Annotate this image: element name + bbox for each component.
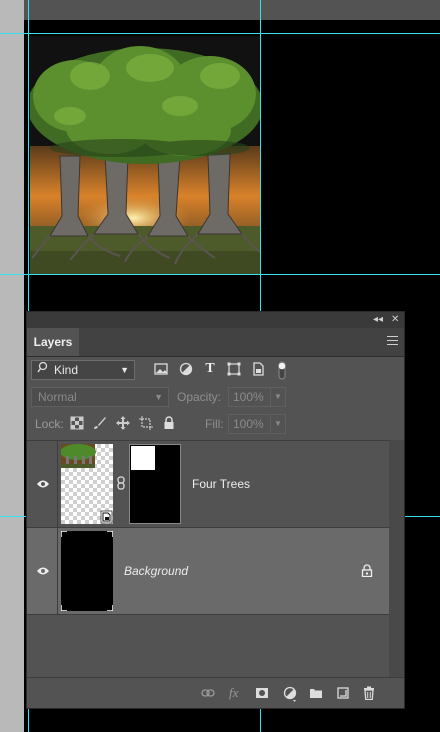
lock-transparency-icon[interactable] (70, 416, 84, 430)
blend-mode-select[interactable]: Normal ▼ (31, 387, 169, 407)
four-trees-image (30, 36, 260, 274)
blend-mode-value: Normal (38, 390, 77, 404)
lock-label: Lock: (35, 417, 64, 431)
chevron-down-icon[interactable]: ▼ (270, 388, 285, 406)
lock-icon[interactable] (361, 564, 373, 578)
lock-row: Lock: Fill: 100% ▼ (31, 414, 401, 436)
delete-layer-icon[interactable] (362, 686, 376, 701)
layer-thumbnail[interactable] (61, 444, 113, 524)
visibility-toggle[interactable] (27, 528, 58, 614)
layer-filter-row: Kind ▼ T (31, 360, 401, 382)
adjustment-layer-icon[interactable] (283, 686, 297, 702)
guide-horizontal (0, 274, 440, 275)
layer-thumbnail[interactable] (61, 531, 113, 611)
lock-artboard-icon[interactable] (139, 416, 153, 430)
search-icon (37, 361, 48, 380)
layer-row-background[interactable]: Background (27, 528, 389, 615)
layer-mask-thumbnail[interactable] (129, 444, 181, 524)
eye-icon[interactable] (36, 565, 50, 575)
opacity-value: 100% (233, 390, 264, 404)
blend-row: Normal ▼ Opacity: 100% ▼ (31, 387, 401, 409)
eye-icon[interactable] (36, 478, 50, 488)
chevron-down-icon: ▼ (120, 365, 129, 375)
filter-toggle-icon[interactable] (274, 361, 290, 380)
guide-horizontal (0, 33, 440, 34)
link-layers-icon[interactable] (201, 686, 215, 700)
layers-scrollbar[interactable] (389, 440, 404, 680)
fill-label: Fill: (205, 417, 224, 431)
shape-filter-icon[interactable] (226, 361, 242, 377)
pasteboard (0, 0, 24, 732)
opacity-label: Opacity: (177, 390, 222, 404)
new-layer-icon[interactable] (336, 686, 350, 700)
layer-row-four-trees[interactable]: Four Trees (27, 441, 389, 528)
fx-icon[interactable]: fx (229, 686, 243, 700)
new-group-icon[interactable] (309, 686, 323, 700)
collapse-panel-button[interactable]: ◂◂ (373, 313, 383, 327)
layer-name[interactable]: Background (124, 564, 188, 578)
lock-pixels-icon[interactable] (93, 416, 107, 430)
chevron-down-icon[interactable]: ▼ (270, 415, 285, 433)
panel-title-bar[interactable]: ◂◂ ✕ (27, 312, 404, 328)
filter-kind-label: Kind (54, 363, 79, 377)
filter-kind-select[interactable]: Kind ▼ (31, 360, 135, 380)
tab-layers[interactable]: Layers (27, 328, 79, 356)
type-filter-icon[interactable]: T (202, 361, 218, 377)
close-panel-button[interactable]: ✕ (391, 313, 399, 327)
chevron-down-icon: ▼ (154, 392, 163, 402)
chain-link-icon[interactable] (116, 476, 126, 490)
layer-name[interactable]: Four Trees (192, 477, 250, 491)
layers-bottom-bar: fx (27, 677, 404, 708)
smart-object-filter-icon[interactable] (250, 361, 266, 377)
add-mask-icon[interactable] (255, 686, 269, 700)
visibility-toggle[interactable] (27, 441, 58, 527)
lock-all-icon[interactable] (162, 416, 176, 430)
layers-list: Four Trees Background (27, 440, 389, 681)
panel-tab-bar: Layers (27, 328, 404, 357)
fill-value: 100% (233, 417, 264, 431)
fill-field[interactable]: 100% ▼ (228, 414, 286, 434)
panel-menu-icon[interactable] (387, 336, 398, 348)
image-filter-icon[interactable] (153, 361, 169, 377)
lock-position-icon[interactable] (116, 416, 130, 430)
adjustment-filter-icon[interactable] (178, 361, 194, 377)
layers-panel: ◂◂ ✕ Layers Kind ▼ T Normal ▼ Opacity: 1… (26, 311, 405, 709)
opacity-field[interactable]: 100% ▼ (228, 387, 286, 407)
